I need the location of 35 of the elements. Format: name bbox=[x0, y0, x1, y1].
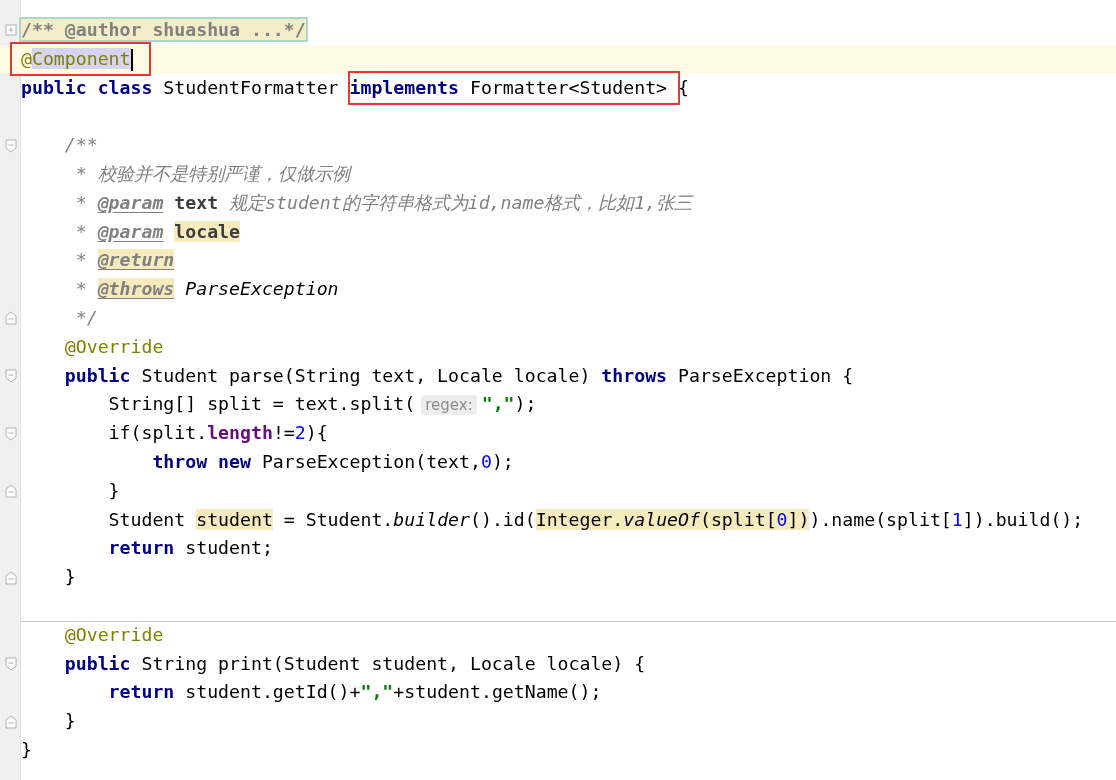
code-text: } bbox=[64, 565, 76, 590]
fold-icon[interactable] bbox=[4, 311, 17, 326]
code-text: { bbox=[678, 75, 689, 100]
code-text: Student student = Student.builder().id(Integer.valueOf(split[0])).name(split[1]).build(); bbox=[108, 507, 1084, 532]
inlay-hint: regex: bbox=[421, 394, 477, 415]
expand-icon[interactable] bbox=[4, 24, 17, 37]
fold-icon[interactable] bbox=[4, 570, 17, 585]
code-text: String[] split = text.split( bbox=[108, 392, 416, 417]
code-text: } bbox=[21, 737, 32, 762]
code-text: * @param text 规定student的字符串格式为id,name格式，比如1,张三 bbox=[75, 190, 693, 215]
fold-icon[interactable] bbox=[4, 656, 17, 671]
code-text: ","); bbox=[481, 392, 537, 417]
fold-icon[interactable] bbox=[4, 368, 17, 383]
code-text: public Student parse(String text, Locale locale) throws ParseException { bbox=[64, 363, 854, 388]
fold-icon[interactable] bbox=[4, 714, 17, 729]
code-text: } bbox=[108, 478, 120, 503]
code-text: } bbox=[64, 709, 76, 734]
code-text: @Override bbox=[64, 622, 164, 647]
highlighted-code: implements Formatter<Student> bbox=[347, 71, 680, 105]
fold-icon[interactable] bbox=[4, 426, 17, 441]
code-text: */ bbox=[75, 305, 98, 330]
fold-icon[interactable] bbox=[4, 138, 17, 153]
code-text: return student; bbox=[108, 536, 273, 561]
code-text: /** bbox=[64, 133, 98, 158]
code-text: return student.getId()+","+student.getName(); bbox=[108, 680, 602, 705]
code-text: /** @author shuashua ...*/ bbox=[21, 18, 306, 42]
code-text: @Override bbox=[64, 334, 164, 359]
code-text: public String print(Student student, Locale locale) { bbox=[64, 651, 646, 676]
code-text: * @param locale bbox=[75, 219, 240, 244]
code-text: public class StudentFormatter bbox=[21, 75, 340, 100]
highlighted-code: @Component bbox=[10, 42, 151, 77]
code-text: if(split.length!=2){ bbox=[108, 421, 328, 446]
fold-icon[interactable] bbox=[4, 484, 17, 499]
code-text: throw new ParseException(text,0); bbox=[152, 449, 514, 474]
code-text: * 校验并不是特别严谨，仅做示例 bbox=[75, 162, 350, 186]
